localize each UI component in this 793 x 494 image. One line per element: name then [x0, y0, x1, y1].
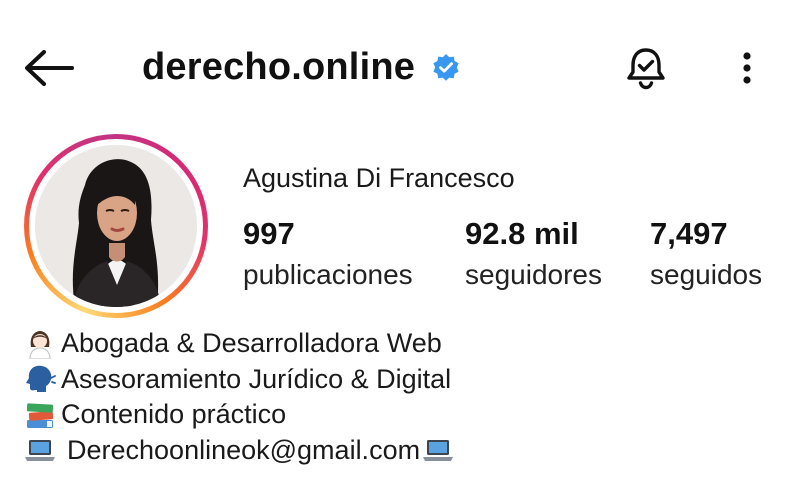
notifications-button[interactable] [622, 44, 670, 92]
bell-check-icon [627, 48, 665, 90]
bio-line-text: Contenido práctico [61, 399, 287, 429]
profile-photo [35, 145, 197, 307]
laptop-emoji-icon [423, 440, 454, 462]
profile-header: derecho.online [142, 44, 461, 90]
username-title: derecho.online [142, 46, 416, 88]
stat-followers[interactable]: 92.8 mil seguidores [465, 214, 602, 294]
bio-line: Abogada & Desarrolladora Web [24, 326, 454, 362]
stat-following[interactable]: 7,497 seguidos [650, 214, 762, 294]
books-emoji-icon [26, 403, 54, 428]
bio-line-text: Asesoramiento Jurídico & Digital [61, 363, 452, 394]
bio-line: Contenido práctico [24, 397, 454, 433]
full-name: Agustina Di Francesco [243, 163, 515, 193]
followers-label: seguidores [465, 259, 602, 290]
laptop-emoji-icon [25, 440, 55, 462]
arrow-left-icon [25, 50, 74, 86]
posts-count: 997 [243, 216, 295, 251]
more-vertical-icon [743, 52, 751, 84]
stat-posts[interactable]: 997 publicaciones [243, 214, 413, 294]
profile-avatar [35, 145, 197, 307]
bio-line: Asesoramiento Jurídico & Digital [24, 362, 454, 398]
following-count: 7,497 [650, 216, 728, 251]
more-options-button[interactable] [732, 48, 762, 88]
followers-count: 92.8 mil [465, 216, 579, 251]
back-button[interactable] [22, 48, 74, 88]
verified-badge-icon [433, 54, 459, 81]
bio: Abogada & Desarrolladora Web Asesoramien… [24, 326, 454, 468]
following-label: seguidos [650, 259, 763, 290]
contact-email[interactable]: Derechoonlineok@gmail.com [67, 433, 420, 469]
speaking-head-emoji-icon [26, 366, 56, 393]
top-bar: derecho.online [0, 0, 793, 135]
bio-line-text: Abogada & Desarrolladora Web [61, 328, 442, 358]
woman-technologist-emoji-icon [29, 330, 51, 359]
posts-label: publicaciones [243, 259, 413, 290]
bio-line: Derechoonlineok@gmail.com [24, 433, 454, 469]
story-ring[interactable] [24, 134, 208, 318]
